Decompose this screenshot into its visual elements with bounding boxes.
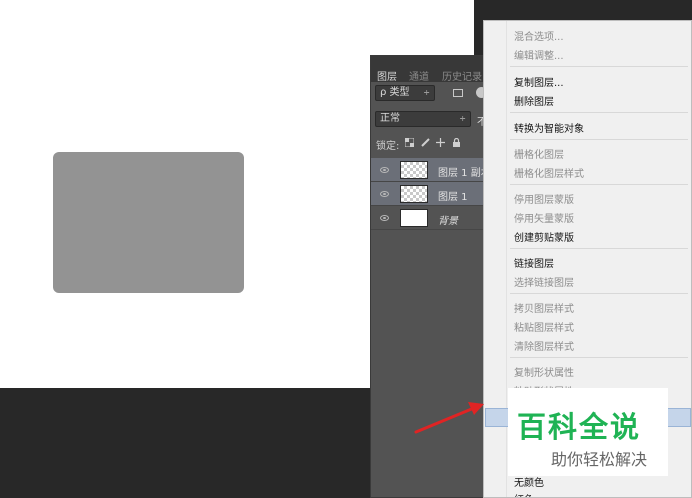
layer-thumbnail <box>400 161 428 179</box>
watermark-title: 百科全说 <box>517 410 642 444</box>
layer-name: 背景 <box>438 216 458 227</box>
menu-separator <box>510 293 688 294</box>
layer-row[interactable]: 背景 <box>371 206 489 230</box>
menu-item-disable-vector-mask[interactable]: 停用矢量蒙版 <box>514 210 574 225</box>
gray-rounded-rectangle-shape[interactable] <box>53 152 244 293</box>
menu-item-blending-options[interactable]: 混合选项... <box>514 28 564 43</box>
blend-mode-select[interactable]: 正常 ÷ <box>375 111 471 127</box>
layer-filter-row: ρ 类型 ÷ <box>371 84 489 102</box>
lock-all-icon[interactable] <box>452 138 461 147</box>
menu-item-disable-layer-mask[interactable]: 停用图层蒙版 <box>514 191 574 206</box>
menu-item-convert-smart-object[interactable]: 转换为智能对象 <box>514 120 584 135</box>
menu-item-rasterize-layer[interactable]: 栅格化图层 <box>514 146 564 161</box>
menu-item-copy-shape-attributes[interactable]: 复制形状属性 <box>514 364 574 379</box>
menu-separator <box>510 184 688 185</box>
layer-row[interactable]: 图层 1 <box>371 182 489 206</box>
select-arrow-icon: ÷ <box>423 88 430 97</box>
visibility-eye-icon[interactable] <box>380 191 389 197</box>
select-arrow-icon: ÷ <box>459 114 466 123</box>
lock-image-pixels-icon[interactable] <box>421 138 430 147</box>
menu-item-copy-layer-style[interactable]: 拷贝图层样式 <box>514 300 574 315</box>
lock-transparent-pixels-icon[interactable] <box>405 138 414 147</box>
menu-separator <box>510 248 688 249</box>
menu-item-delete-layer[interactable]: 删除图层 <box>514 93 554 108</box>
lock-position-icon[interactable] <box>436 138 445 147</box>
red-arrow-icon <box>414 402 484 434</box>
menu-item-select-linked-layers[interactable]: 选择链接图层 <box>514 274 574 289</box>
menu-separator <box>510 357 688 358</box>
blend-mode-value: 正常 <box>380 113 400 124</box>
menu-item-edit-adjustment[interactable]: 编辑调整... <box>514 47 564 62</box>
lock-row: 锁定: <box>371 134 489 152</box>
watermark-logo: 百科全说 助你轻松解决 <box>508 388 668 476</box>
tab-layers[interactable]: 图层 <box>377 68 397 83</box>
menu-item-create-clipping-mask[interactable]: 创建剪贴蒙版 <box>514 229 574 244</box>
menu-separator <box>510 139 688 140</box>
tab-channels[interactable]: 通道 <box>409 68 429 83</box>
menu-item-paste-layer-style[interactable]: 粘贴图层样式 <box>514 319 574 334</box>
layer-row[interactable]: 图层 1 副本 <box>371 158 489 182</box>
filter-kind-label: ρ 类型 <box>380 87 410 98</box>
panel-tab-bar: 图层 通道 历史记录 <box>371 56 489 83</box>
lock-label: 锁定: <box>376 141 400 152</box>
tab-history[interactable]: 历史记录 <box>442 68 482 83</box>
visibility-eye-icon[interactable] <box>380 167 389 173</box>
visibility-eye-icon[interactable] <box>380 215 389 221</box>
menu-item-red[interactable]: 红色 <box>514 491 534 497</box>
filter-kind-select[interactable]: ρ 类型 ÷ <box>375 85 435 101</box>
menu-item-duplicate-layer[interactable]: 复制图层... <box>514 74 564 89</box>
layer-thumbnail <box>400 185 428 203</box>
watermark-subtitle: 助你轻松解决 <box>551 450 648 469</box>
blend-mode-row: 正常 ÷ 不 <box>371 110 489 128</box>
menu-separator <box>510 112 688 113</box>
image-filter-icon[interactable] <box>453 89 463 97</box>
layer-thumbnail <box>400 209 428 227</box>
menu-item-no-color[interactable]: 无颜色 <box>514 474 544 489</box>
layer-name: 图层 1 <box>438 192 468 203</box>
menu-item-link-layers[interactable]: 链接图层 <box>514 255 554 270</box>
menu-item-rasterize-layer-style[interactable]: 栅格化图层样式 <box>514 165 584 180</box>
menu-item-clear-layer-style[interactable]: 清除图层样式 <box>514 338 574 353</box>
menu-separator <box>510 66 688 67</box>
